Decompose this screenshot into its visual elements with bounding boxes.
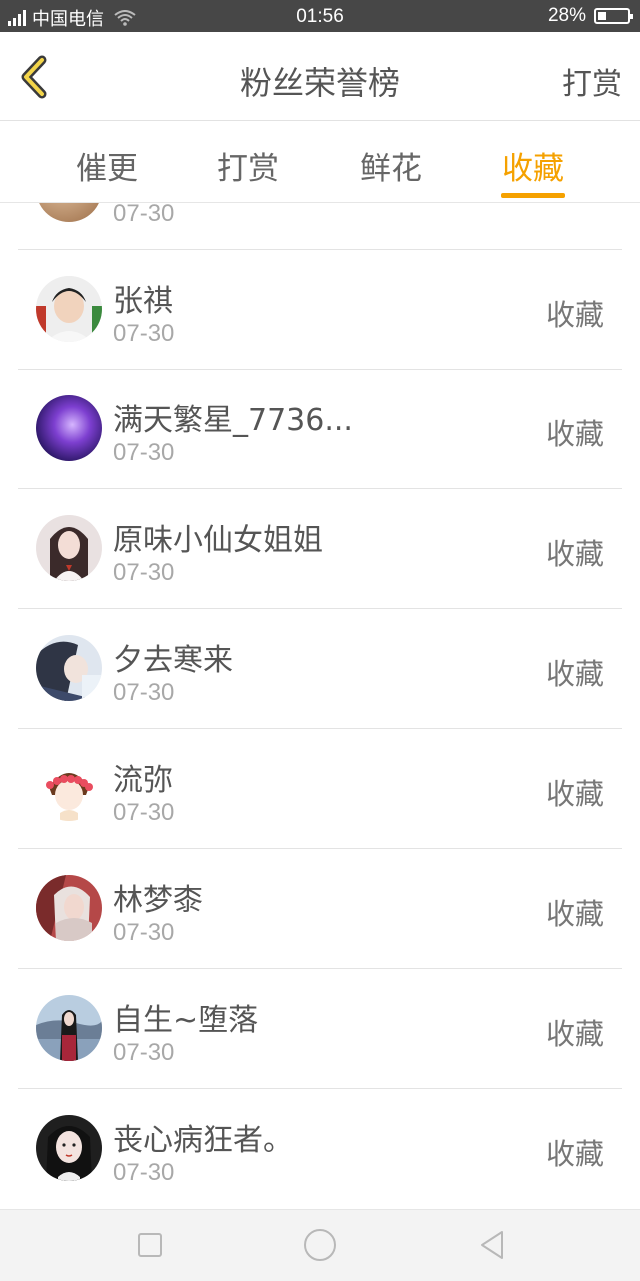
- tab-flowers[interactable]: 鲜花: [341, 143, 441, 188]
- action-label: 收藏: [545, 298, 604, 332]
- tab-reward[interactable]: 打赏: [198, 143, 298, 188]
- tab-urge[interactable]: 催更: [57, 143, 157, 188]
- fan-date: 07-30: [113, 1159, 175, 1186]
- list-item[interactable]: 林梦桼 07-30 收藏: [18, 849, 622, 969]
- battery-percent: 28%: [547, 5, 586, 26]
- avatar: [36, 395, 102, 461]
- action-label: 收藏: [545, 657, 604, 691]
- reward-button[interactable]: 打赏: [562, 59, 622, 103]
- list-item[interactable]: 丧心病狂者。 07-30 收藏: [18, 1089, 622, 1208]
- system-nav-bar: [0, 1209, 640, 1281]
- avatar: [36, 203, 102, 222]
- triangle-back-icon[interactable]: [478, 1229, 506, 1261]
- list-item[interactable]: 满天繁星_7736... 07-30 收藏: [18, 369, 622, 489]
- list-item[interactable]: 07-30: [18, 203, 622, 250]
- status-bar: 中国电信 01:56 28%: [0, 0, 640, 32]
- fan-date: 07-30: [113, 919, 175, 946]
- avatar: [36, 1115, 102, 1181]
- square-icon[interactable]: [138, 1233, 162, 1257]
- action-label: 收藏: [545, 417, 604, 451]
- fan-date: 07-30: [113, 320, 175, 347]
- list-item[interactable]: 原味小仙女姐姐 07-30 收藏: [18, 489, 622, 609]
- fan-date: 07-30: [113, 439, 175, 466]
- action-label: 收藏: [545, 777, 604, 811]
- fan-name: 自生~堕落: [113, 1003, 259, 1038]
- avatar: [36, 515, 102, 581]
- tab-bar: 催更 打赏 鲜花 收藏: [0, 121, 640, 203]
- fan-date: 07-30: [113, 559, 175, 586]
- fan-date: 07-30: [113, 679, 175, 706]
- avatar: [36, 995, 102, 1061]
- avatar: [36, 276, 102, 342]
- list-item[interactable]: 流弥 07-30 收藏: [18, 729, 622, 849]
- circle-icon[interactable]: [304, 1229, 336, 1261]
- avatar: [36, 875, 102, 941]
- list-item[interactable]: 夕去寒来 07-30 收藏: [18, 609, 622, 729]
- action-label: 收藏: [545, 1137, 604, 1171]
- action-label: 收藏: [545, 537, 604, 571]
- fan-name: 原味小仙女姐姐: [113, 523, 323, 558]
- fan-name: 丧心病狂者。: [113, 1123, 293, 1158]
- status-right: 28%: [547, 5, 633, 27]
- action-label: 收藏: [545, 897, 604, 931]
- fan-date: 07-30: [113, 799, 175, 826]
- list-item[interactable]: 张祺 07-30 收藏: [18, 250, 622, 370]
- fan-date: 07-30: [113, 1039, 175, 1066]
- fan-name: 夕去寒来: [113, 643, 233, 678]
- battery-icon: [594, 8, 633, 24]
- avatar: [36, 635, 102, 701]
- list-item[interactable]: 自生~堕落 07-30 收藏: [18, 969, 622, 1089]
- avatar: [36, 755, 102, 821]
- app-header: 粉丝荣誉榜 打赏: [0, 32, 640, 121]
- action-label: 收藏: [545, 1017, 604, 1051]
- tab-favorites[interactable]: 收藏: [483, 143, 583, 188]
- clock: 01:56: [296, 6, 344, 27]
- fan-name: 林梦桼: [113, 883, 203, 918]
- active-tab-indicator: [501, 193, 565, 198]
- fan-name: 满天繁星_7736...: [113, 403, 353, 438]
- fan-name: 张祺: [113, 284, 173, 319]
- page-title: 粉丝荣誉榜: [239, 64, 400, 102]
- fan-list[interactable]: 07-30 张祺 07-30 收藏 满天繁星_7736... 07-30 收藏: [0, 203, 640, 1208]
- fan-name: 流弥: [113, 763, 173, 798]
- fan-date: 07-30: [113, 203, 175, 227]
